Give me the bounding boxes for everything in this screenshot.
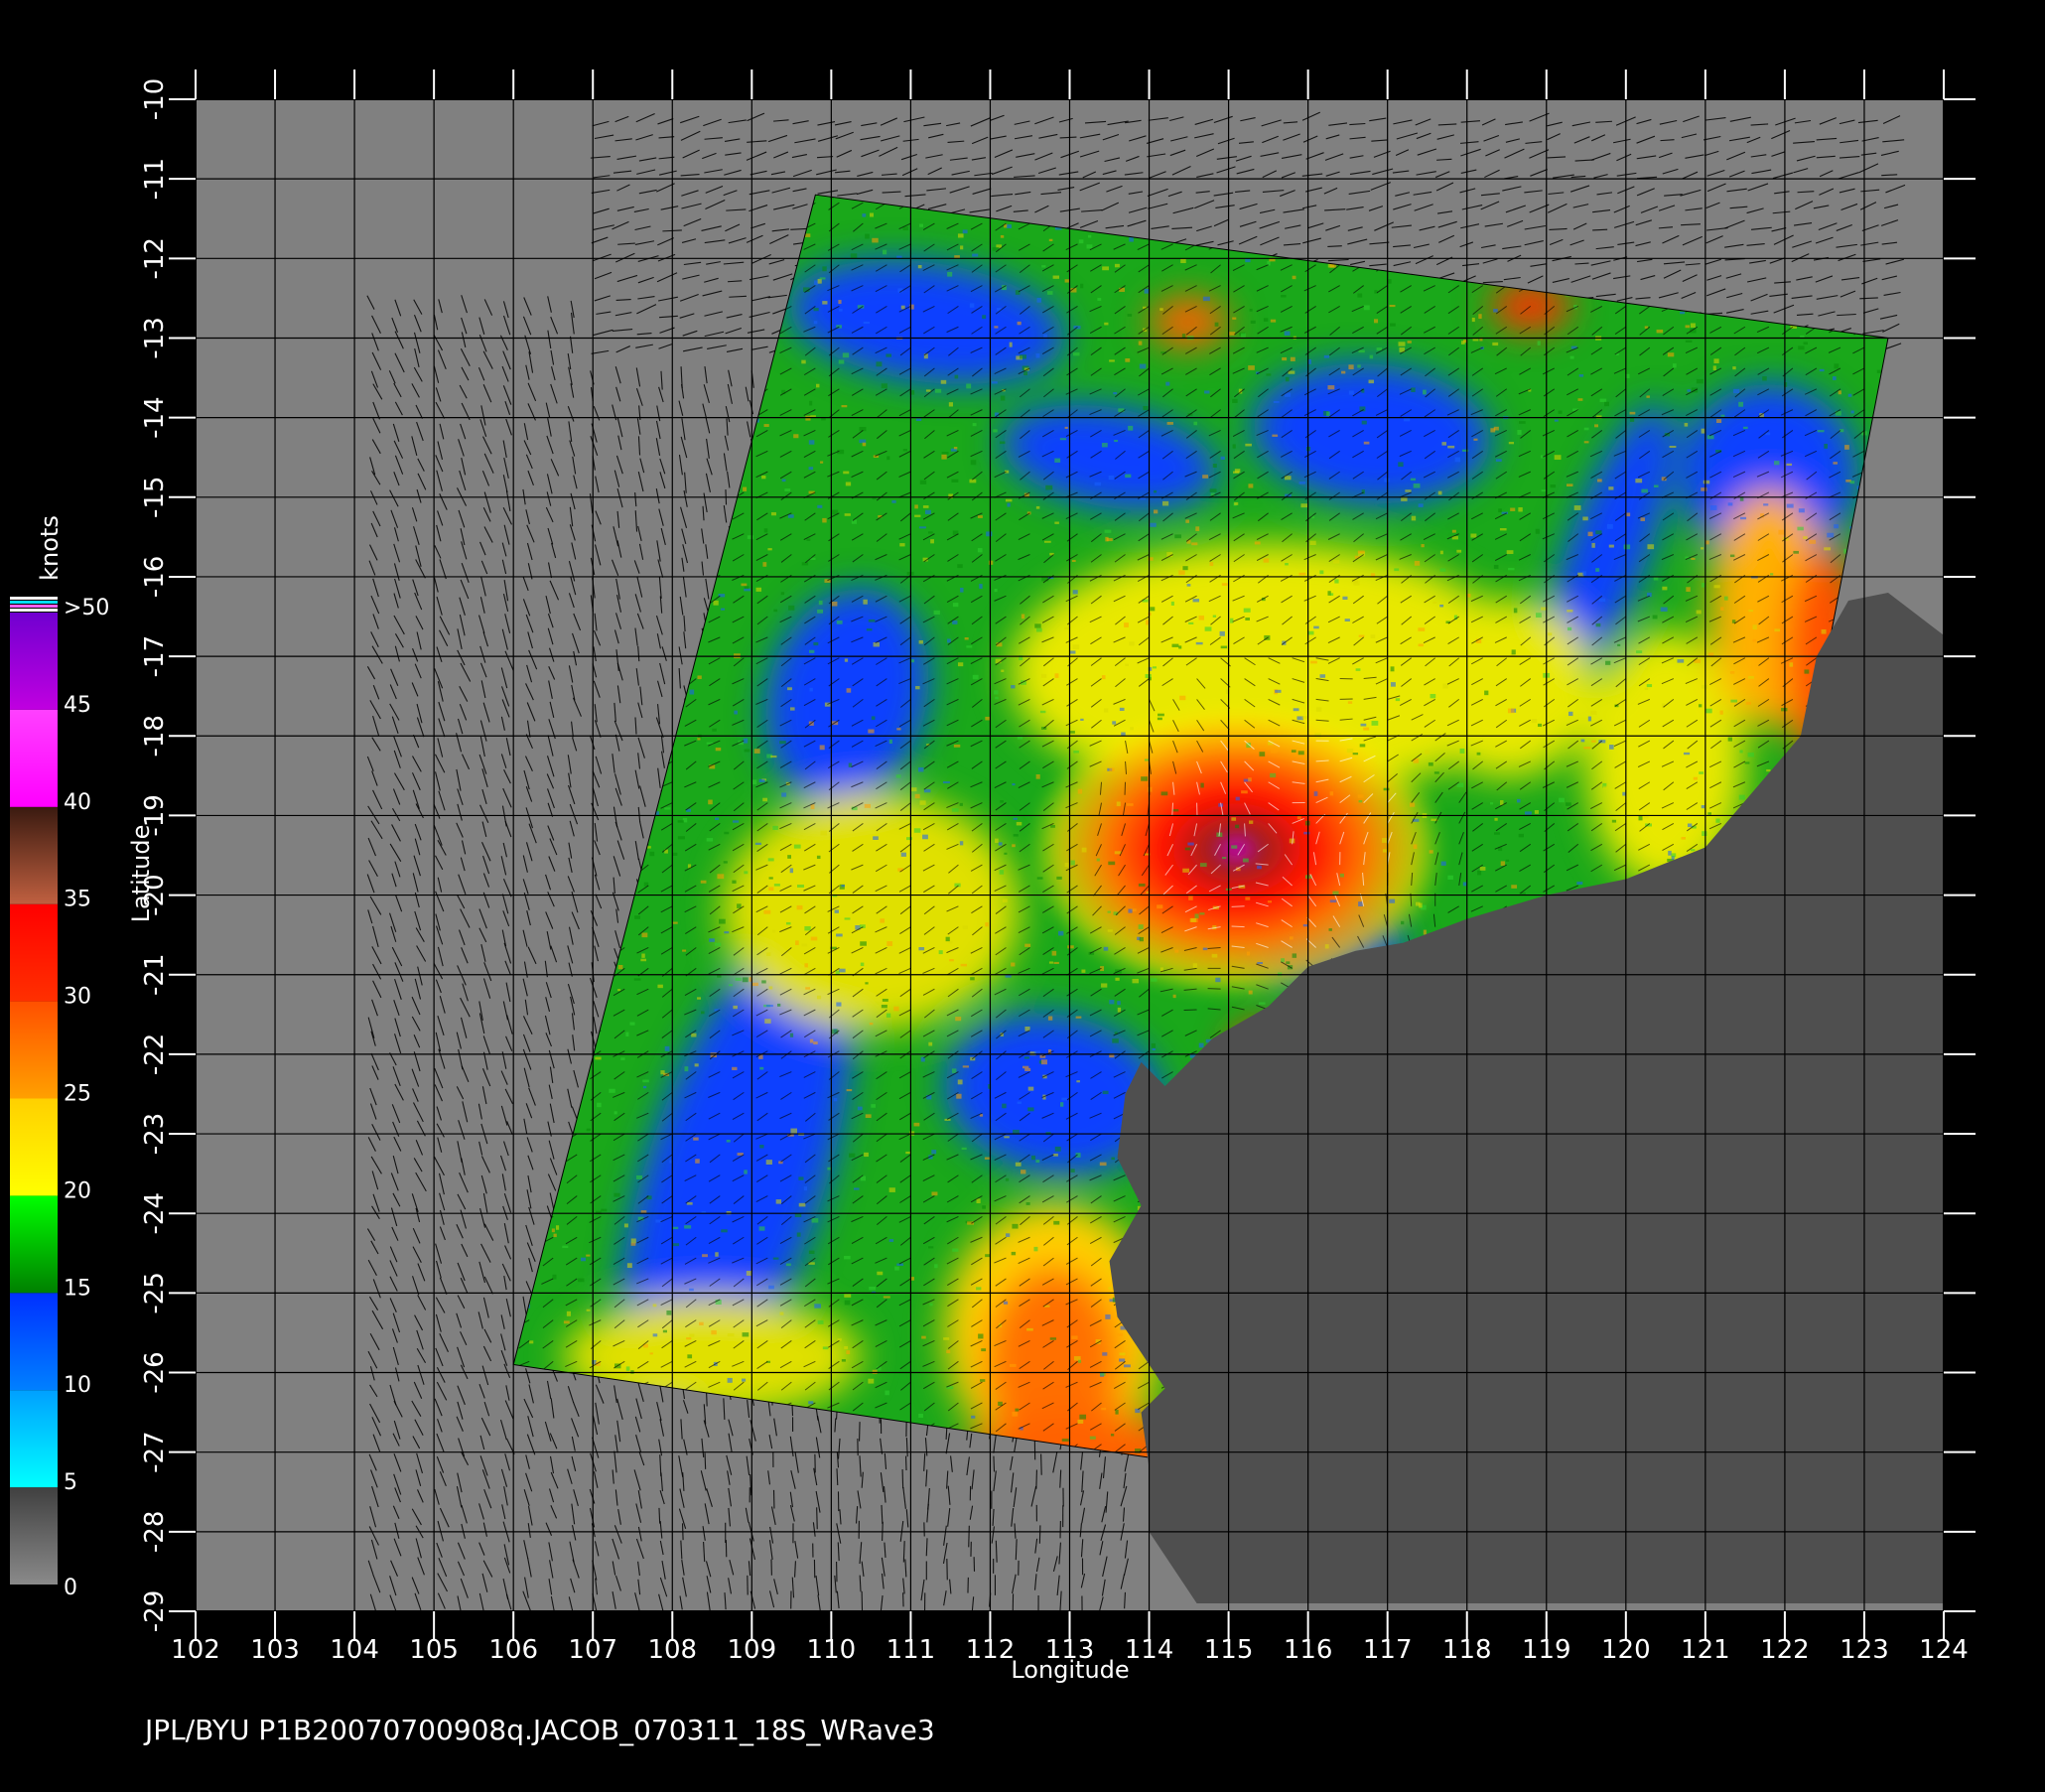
lon-tick-label: 108 [647,1635,697,1665]
colorbar-tick-label: >50 [64,596,109,620]
lat-tick-label: -14 [140,396,170,438]
colorbar-tick-label: 25 [64,1082,91,1107]
lon-tick-label: 118 [1442,1635,1492,1665]
lon-tick-label: 103 [250,1635,300,1665]
lon-tick-label: 105 [409,1635,459,1665]
colorbar-tick-label: 10 [64,1373,91,1398]
colorbar-tick-label: 30 [64,985,91,1010]
lat-tick-label: -15 [140,477,170,518]
lon-tick-label: 116 [1284,1635,1333,1665]
colorbar-band [10,710,58,807]
lon-tick-label: 124 [1919,1635,1969,1665]
lon-tick-label: 114 [1125,1635,1174,1665]
colorbar-tick-label: 40 [64,790,91,815]
lon-tick-label: 102 [171,1635,220,1665]
colorbar-tick-label: 5 [64,1470,77,1495]
colorbar-band [10,1487,58,1585]
product-caption: JPL/BYU P1B20070700908q.JACOB_070311_18S… [143,1714,935,1746]
lat-tick-label: -28 [140,1511,170,1553]
lon-tick-label: 115 [1204,1635,1254,1665]
lat-tick-label: -21 [140,954,170,996]
lat-tick-label: -17 [140,635,170,677]
wind-speed-colorbar: 0 5 10 15 20 25 30 35 40 45 >50 [10,596,109,1600]
colorbar-unit-label: knots [36,515,64,581]
lat-tick-label: -10 [140,78,170,120]
colorbar-band [10,807,58,904]
y-axis-label: Latitude [127,825,155,923]
lat-tick-label: -29 [140,1590,170,1632]
lon-tick-label: 123 [1840,1635,1889,1665]
lat-tick-label: -11 [140,158,170,200]
lat-tick-label: -18 [140,715,170,757]
colorbar-band [10,1390,58,1487]
colorbar-band [10,1195,58,1293]
colorbar-band [10,1293,58,1390]
colorbar-tick-label: 45 [64,693,91,718]
lat-tick-label: -12 [140,237,170,279]
colorbar-band [10,1002,58,1099]
lon-tick-label: 117 [1363,1635,1413,1665]
colorbar-tick-label: 0 [64,1576,77,1600]
map-figure: 1021031041051061071081091101111121131141… [0,0,2045,1787]
lon-tick-label: 120 [1601,1635,1651,1665]
colorbar-band [10,904,58,1002]
lat-tick-label: -24 [140,1192,170,1234]
lon-tick-label: 106 [488,1635,538,1665]
colorbar-tick-label: 15 [64,1276,91,1301]
scatterometer-wind-map: 1021031041051061071081091101111121131141… [0,0,2045,1787]
lon-tick-label: 110 [807,1635,857,1665]
lon-tick-label: 121 [1681,1635,1730,1665]
colorbar-tick-label: 35 [64,888,91,912]
lon-tick-label: 112 [966,1635,1016,1665]
lat-tick-label: -25 [140,1272,170,1313]
lat-tick-label: -23 [140,1113,170,1155]
lon-tick-label: 111 [886,1635,936,1665]
lon-tick-label: 122 [1760,1635,1810,1665]
x-axis-label: Longitude [1011,1656,1129,1684]
lon-tick-label: 104 [330,1635,379,1665]
lon-tick-label: 107 [568,1635,617,1665]
lat-tick-label: -16 [140,556,170,598]
colorbar-band [10,613,58,710]
colorbar-tick-label: 20 [64,1178,91,1203]
lat-tick-label: -13 [140,317,170,358]
lat-tick-label: -27 [140,1431,170,1472]
lon-tick-label: 119 [1522,1635,1571,1665]
lat-tick-label: -26 [140,1351,170,1393]
colorbar-band [10,1099,58,1196]
lat-tick-label: -22 [140,1034,170,1075]
lon-tick-label: 109 [727,1635,776,1665]
